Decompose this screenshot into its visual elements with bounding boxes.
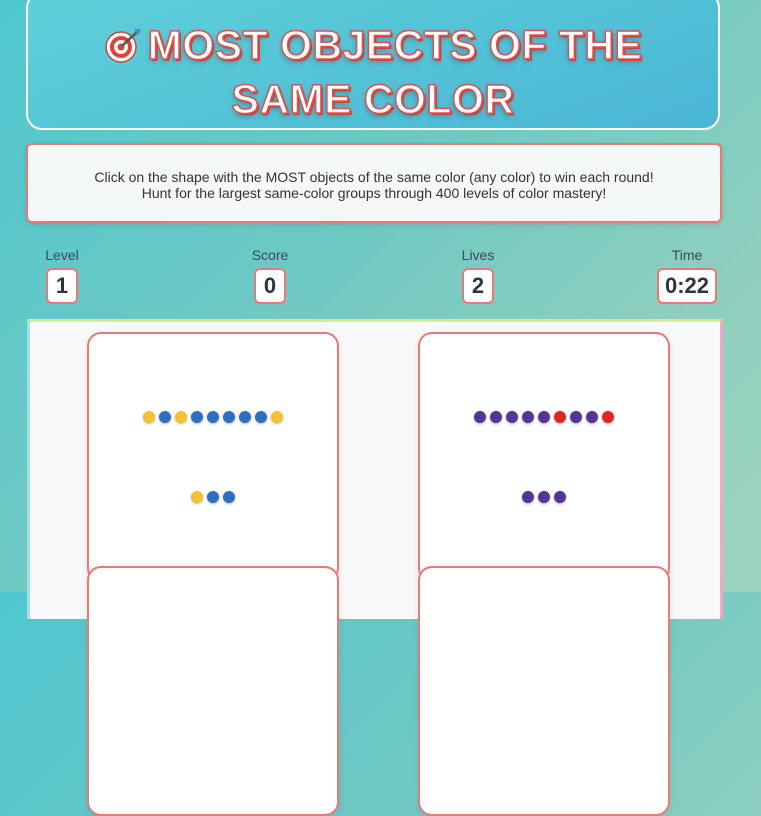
- red-object: [554, 411, 566, 423]
- level-label: Level: [45, 247, 79, 263]
- blue-object: [223, 491, 235, 503]
- level-stat: Level 1: [40, 247, 84, 304]
- blue-object: [207, 491, 219, 503]
- shape-card-1[interactable]: [87, 332, 339, 582]
- purple-object: [570, 411, 582, 423]
- instructions-line-2: Hunt for the largest same-color groups t…: [141, 185, 607, 201]
- purple-object: [586, 411, 598, 423]
- purple-object: [522, 411, 534, 423]
- game-title: MOST OBJECTS OF THE SAME COLOR: [28, 20, 718, 124]
- red-object: [602, 411, 614, 423]
- yellow-object: [191, 491, 203, 503]
- object-row: [89, 491, 337, 503]
- time-label: Time: [671, 247, 703, 263]
- shape-card-2[interactable]: [418, 332, 670, 582]
- instructions-panel: Click on the shape with the MOST objects…: [26, 143, 722, 223]
- lives-value: 2: [462, 268, 494, 304]
- lives-stat: Lives 2: [455, 247, 501, 304]
- object-row: [420, 411, 668, 423]
- shape-card-4[interactable]: [418, 566, 670, 816]
- yellow-object: [175, 411, 187, 423]
- yellow-object: [271, 411, 283, 423]
- blue-object: [239, 411, 251, 423]
- purple-object: [522, 491, 534, 503]
- title-banner: MOST OBJECTS OF THE SAME COLOR: [26, 0, 720, 130]
- purple-object: [474, 411, 486, 423]
- title-line-1: MOST OBJECTS OF THE: [147, 21, 643, 69]
- time-stat: Time 0:22: [654, 247, 720, 304]
- purple-object: [554, 491, 566, 503]
- shape-card-3[interactable]: [87, 566, 339, 816]
- score-stat: Score 0: [245, 247, 295, 304]
- score-value: 0: [254, 268, 286, 304]
- time-value: 0:22: [656, 268, 718, 304]
- yellow-object: [143, 411, 155, 423]
- blue-object: [255, 411, 267, 423]
- blue-object: [207, 411, 219, 423]
- purple-object: [490, 411, 502, 423]
- object-row: [89, 411, 337, 423]
- game-board: [27, 319, 723, 816]
- score-label: Score: [251, 247, 289, 263]
- instructions-line-1: Click on the shape with the MOST objects…: [94, 169, 654, 185]
- target-icon: [104, 24, 142, 74]
- lives-label: Lives: [461, 247, 495, 263]
- blue-object: [223, 411, 235, 423]
- level-value: 1: [46, 268, 78, 304]
- object-row: [420, 491, 668, 503]
- blue-object: [159, 411, 171, 423]
- purple-object: [538, 411, 550, 423]
- purple-object: [506, 411, 518, 423]
- title-line-2: SAME COLOR: [231, 75, 515, 123]
- purple-object: [538, 491, 550, 503]
- blue-object: [191, 411, 203, 423]
